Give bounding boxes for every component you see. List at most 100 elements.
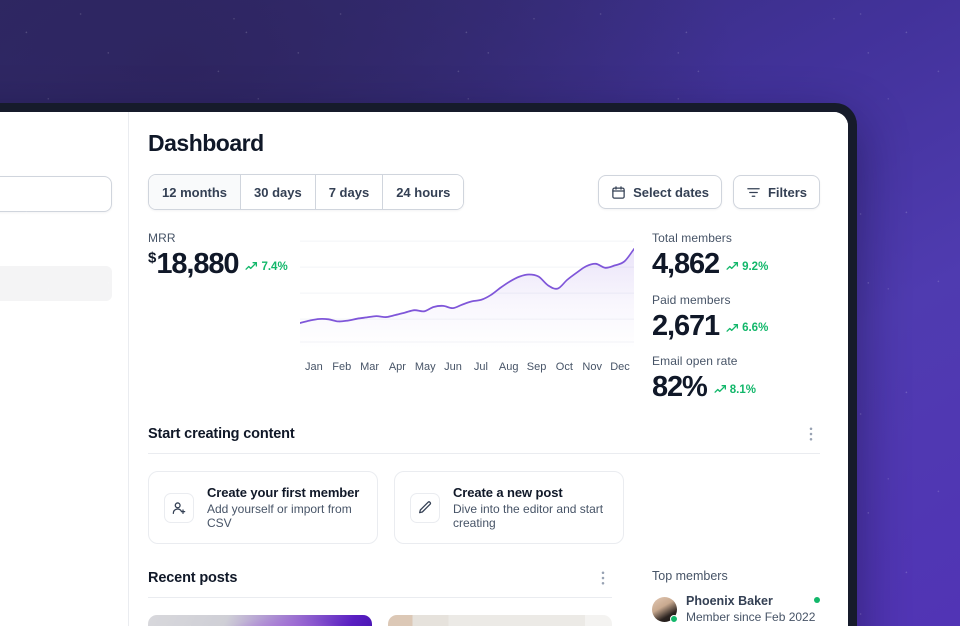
- stat-delta: 8.1%: [714, 383, 756, 396]
- x-axis-tick-label: Dec: [610, 361, 630, 373]
- trend-up-icon: [726, 262, 739, 270]
- mrr-metric: MRR $18,880 7.4%: [148, 231, 296, 403]
- create-new-post-card[interactable]: Create a new post Dive into the editor a…: [394, 471, 624, 545]
- sidebar-item-tasks[interactable]: Tasks: [0, 338, 112, 373]
- top-members-title: Top members: [652, 569, 728, 584]
- trend-up-icon: [726, 323, 739, 332]
- member-since: Member since Feb 2022: [686, 609, 816, 624]
- mrr-value: $18,880: [148, 248, 240, 280]
- trend-up-icon: [714, 385, 726, 394]
- x-axis-tick-label: Jan: [305, 361, 323, 373]
- x-axis-tick-label: Nov: [582, 361, 602, 373]
- stat-value: 82%: [652, 371, 708, 404]
- stat-label: Paid members: [652, 292, 731, 307]
- sidebar-item-dashboard[interactable]: Dashboard: [0, 266, 112, 301]
- card-title: Create your first member: [207, 485, 360, 501]
- device-frame: Untitled UI Search Home: [0, 103, 857, 626]
- side-stats: Total members 4,862 9.2% Paid members 2,…: [634, 231, 820, 403]
- sidebar-item-reporting[interactable]: Reporting: [0, 374, 112, 409]
- select-dates-label: Select dates: [633, 184, 709, 200]
- card-subtitle: Dive into the editor and start creating: [453, 502, 604, 531]
- tab-7-days[interactable]: 7 days: [315, 175, 384, 209]
- mrr-area-chart-svg: [300, 231, 634, 349]
- sidebar-item-users[interactable]: Users: [0, 410, 112, 445]
- x-axis-tick-label: Sep: [526, 361, 547, 373]
- sidebar-item-home[interactable]: Home: [0, 230, 112, 265]
- date-range-tabs: 12 months 30 days 7 days 24 hours: [148, 174, 465, 210]
- more-options-icon[interactable]: [802, 425, 820, 443]
- chart-plot-area: [300, 231, 634, 349]
- top-members-section: Top members Phoenix Baker Member since F…: [634, 569, 820, 626]
- card-subtitle: Add yourself or import from CSV: [207, 502, 352, 531]
- trend-up-icon: [245, 262, 258, 270]
- post-thumbnail-2[interactable]: [388, 615, 612, 626]
- x-axis-tick-label: Apr: [388, 361, 406, 373]
- bottom-section: Recent posts Top members Phoenix Baker M…: [148, 569, 820, 626]
- x-axis-tick-label: Mar: [360, 361, 380, 373]
- mrr-chart: Jan Feb Mar Apr May Jun Jul Aug Sep Oct Nov Dec: [296, 231, 634, 403]
- stat-delta: 9.2%: [726, 260, 768, 273]
- sidebar-item-settings[interactable]: Settings: [0, 622, 112, 626]
- stat-value: 2,671: [652, 309, 720, 342]
- sidebar-item-projects[interactable]: Projects: [0, 302, 112, 337]
- sidebar-item-support[interactable]: Support: [0, 586, 112, 621]
- sidebar: Untitled UI Search Home: [0, 112, 129, 626]
- filters-button[interactable]: Filters: [732, 175, 820, 209]
- create-first-member-card[interactable]: Create your first member Add yourself or…: [148, 471, 378, 545]
- stat-label: Total members: [652, 231, 732, 245]
- mrr-delta-value: 7.4%: [261, 260, 288, 273]
- online-status-dot: [670, 615, 678, 624]
- action-cards: Create your first member Add yourself or…: [148, 471, 820, 545]
- app-screen: Untitled UI Search Home: [0, 112, 848, 626]
- toolbar: 12 months 30 days 7 days 24 hours Select…: [148, 174, 820, 210]
- email-open-rate-stat: Email open rate 82% 8.1%: [652, 354, 820, 403]
- x-axis-tick-label: Feb: [332, 361, 352, 373]
- tab-12-months[interactable]: 12 months: [149, 175, 242, 209]
- stat-label: Email open rate: [652, 354, 738, 369]
- avatar: [652, 597, 678, 624]
- x-axis-tick-label: Jun: [444, 361, 462, 373]
- user-plus-icon: [164, 492, 194, 523]
- select-dates-button[interactable]: Select dates: [598, 175, 722, 209]
- x-axis-tick-label: Oct: [555, 361, 573, 373]
- stat-delta-value: 9.2%: [742, 260, 769, 273]
- search-input[interactable]: Search: [0, 176, 112, 212]
- brand[interactable]: Untitled UI: [0, 132, 112, 158]
- post-thumbnails: [148, 615, 612, 626]
- more-options-icon[interactable]: [594, 569, 612, 587]
- card-title: Create a new post: [453, 485, 563, 501]
- member-active-indicator: [814, 597, 820, 604]
- recent-posts-header: Recent posts: [148, 569, 612, 599]
- x-axis-tick-label: Jul: [473, 361, 488, 373]
- x-axis-tick-label: May: [414, 361, 436, 373]
- total-members-stat: Total members 4,862 9.2%: [652, 231, 820, 280]
- start-creating-content-section: Start creating content Create your first…: [148, 425, 820, 545]
- sidebar-bottom-nav: Support Settings: [0, 586, 112, 626]
- filter-icon: [747, 187, 760, 197]
- member-list-item[interactable]: Phoenix Baker Member since Feb 2022: [652, 594, 820, 625]
- section-header: Start creating content: [148, 425, 820, 455]
- paid-members-stat: Paid members 2,671 6.6%: [652, 293, 820, 342]
- mrr-amount: 18,880: [156, 248, 239, 280]
- tab-30-days[interactable]: 30 days: [241, 175, 316, 209]
- sidebar-nav: Home Dashboard Projects: [0, 230, 112, 445]
- filters-label: Filters: [767, 184, 807, 200]
- stat-delta-value: 6.6%: [742, 322, 769, 335]
- stat-value: 4,862: [652, 248, 720, 280]
- section-title: Start creating content: [148, 426, 295, 443]
- screenshot-stage: Untitled UI Search Home: [0, 0, 960, 626]
- recent-posts-title: Recent posts: [148, 570, 238, 587]
- mrr-label: MRR: [148, 231, 176, 245]
- chart-x-axis: Jan Feb Mar Apr May Jun Jul Aug Sep Oct Nov Dec: [300, 361, 634, 373]
- chart-area-fill: [300, 248, 634, 349]
- user-plus-glyph: [172, 502, 186, 514]
- tab-24-hours[interactable]: 24 hours: [383, 175, 464, 209]
- mrr-delta: 7.4%: [245, 260, 288, 273]
- stat-delta-value: 8.1%: [729, 383, 756, 396]
- post-thumbnail-1[interactable]: [148, 615, 372, 626]
- member-name: Phoenix Baker: [686, 594, 773, 609]
- stat-delta: 6.6%: [726, 322, 768, 335]
- x-axis-tick-label: Aug: [498, 361, 519, 373]
- pencil-glyph: [419, 501, 432, 514]
- toolbar-buttons: Select dates Filters: [598, 175, 820, 209]
